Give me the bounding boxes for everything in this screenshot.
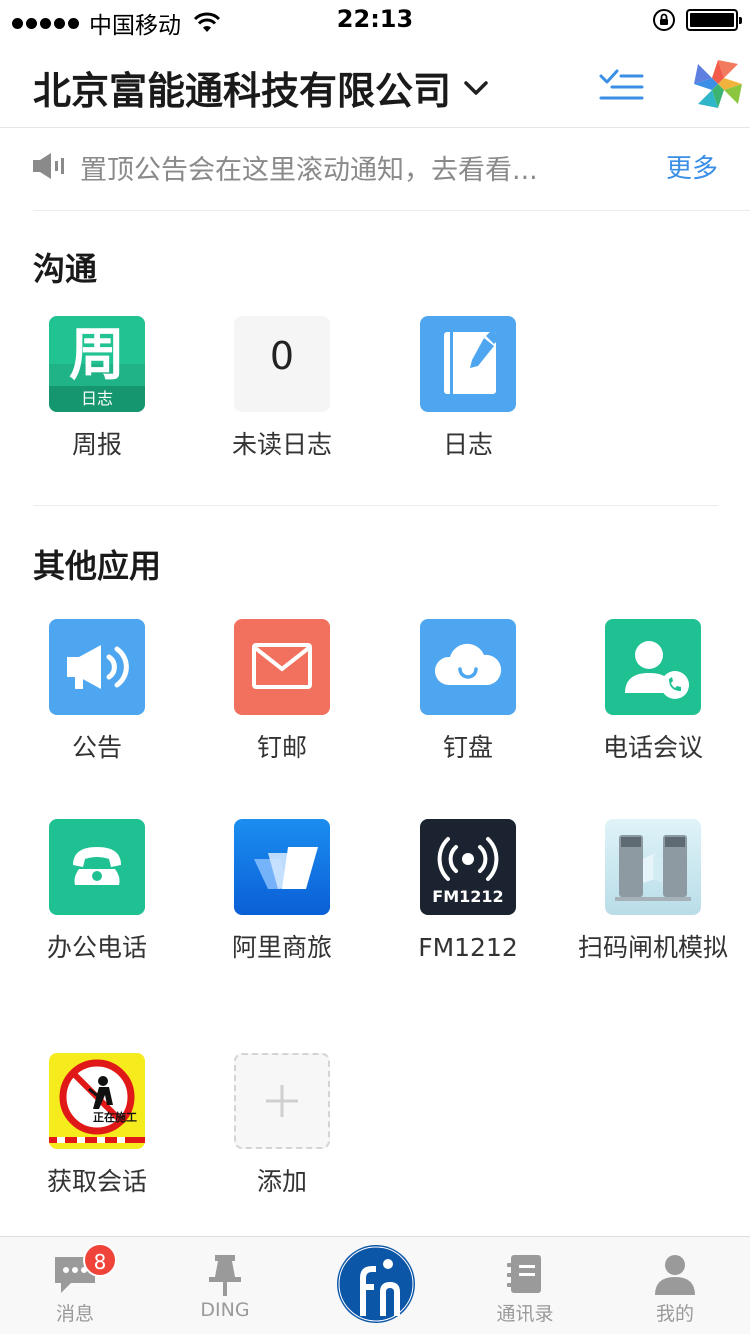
cloud-icon (420, 619, 516, 715)
app-mail[interactable]: 钉邮 (189, 619, 375, 765)
app-label: 钉盘 (442, 733, 493, 762)
divider (33, 505, 718, 506)
app-announcement[interactable]: 公告 (4, 619, 190, 765)
app-label: 公告 (71, 733, 122, 762)
user-phone-icon (605, 619, 701, 715)
app-label: 电话会议 (602, 733, 703, 762)
app-drive[interactable]: 钉盘 (375, 619, 561, 765)
app-label: 钉邮 (256, 733, 307, 762)
speaker-icon (33, 153, 64, 179)
app-fm1212[interactable]: FM1212 FM1212 (375, 819, 561, 965)
chevron-down-icon (464, 80, 488, 95)
unread-badge: 8 (83, 1243, 117, 1277)
company-name: 北京富能通科技有限公司 (33, 69, 452, 113)
todo-check-icon[interactable] (598, 66, 644, 102)
app-label: FM1212 (418, 933, 518, 962)
app-unread-logs[interactable]: 0 未读日志 (189, 316, 375, 462)
divider (33, 210, 750, 211)
unread-count-icon: 0 (234, 316, 330, 412)
app-ali-travel[interactable]: 阿里商旅 (189, 819, 375, 965)
app-turnstile-sim[interactable]: 扫码闸机模拟 (560, 819, 746, 965)
weekly-report-icon: 周 日志 (49, 316, 145, 412)
app-label: 日志 (442, 430, 493, 459)
app-phone-conference[interactable]: 电话会议 (560, 619, 746, 765)
battery-icon (686, 9, 742, 31)
company-switcher[interactable]: 北京富能通科技有限公司 (33, 60, 491, 115)
app-label: 添加 (256, 1167, 307, 1196)
app-label: 阿里商旅 (231, 933, 332, 962)
construction-icon: 正在施工 (49, 1053, 145, 1149)
tab-label: 消息 (55, 1303, 94, 1325)
address-book-icon (501, 1251, 549, 1297)
section-title-other-apps: 其他应用 (33, 547, 162, 585)
plus-icon (234, 1053, 330, 1149)
envelope-icon (234, 619, 330, 715)
app-get-session[interactable]: 正在施工 获取会话 (4, 1053, 190, 1199)
notice-text: 置顶公告会在这里滚动通知，去看看... (80, 155, 538, 186)
tab-label: 通讯录 (496, 1303, 554, 1325)
person-icon (651, 1251, 699, 1297)
radio-broadcast-icon: FM1212 (420, 819, 516, 915)
app-label: 获取会话 (46, 1167, 147, 1196)
status-bar: 中国移动 22:13 (0, 0, 750, 40)
more-link[interactable]: 更多 (666, 148, 718, 185)
pin-icon (201, 1251, 249, 1297)
header: 北京富能通科技有限公司 (0, 40, 750, 128)
app-label: 周报 (71, 430, 122, 459)
tab-label: DING (200, 1299, 250, 1321)
unread-count: 0 (269, 334, 295, 378)
app-office-phone[interactable]: 办公电话 (4, 819, 190, 965)
app-add[interactable]: 添加 (189, 1053, 375, 1199)
center-brand-button-icon[interactable] (336, 1244, 416, 1324)
tab-me[interactable]: 我的 (600, 1237, 750, 1334)
chat-bubble-icon: 8 (51, 1243, 117, 1297)
ali-travel-icon (234, 819, 330, 915)
app-weekly-report[interactable]: 周 日志 周报 (4, 316, 190, 462)
rotation-lock-icon (653, 9, 675, 31)
notebook-icon (420, 316, 516, 412)
app-label: 办公电话 (46, 933, 147, 962)
app-label: 扫码闸机模拟 (577, 933, 728, 962)
construction-icon-text: 正在施工 (93, 1111, 137, 1124)
status-right (652, 8, 742, 32)
app-log[interactable]: 日志 (375, 316, 561, 462)
tab-ding[interactable]: DING (150, 1237, 300, 1334)
section-title-communication: 沟通 (33, 250, 98, 288)
telephone-icon (49, 819, 145, 915)
fm-icon-text: FM1212 (432, 887, 504, 906)
megaphone-icon (49, 619, 145, 715)
status-time: 22:13 (336, 5, 414, 33)
app-label: 未读日志 (231, 430, 332, 459)
tab-messages[interactable]: 8 消息 (0, 1237, 150, 1334)
tab-contacts[interactable]: 通讯录 (450, 1237, 600, 1334)
star-logo-icon[interactable] (694, 60, 742, 108)
turnstile-icon (605, 819, 701, 915)
tab-label: 我的 (655, 1303, 694, 1325)
